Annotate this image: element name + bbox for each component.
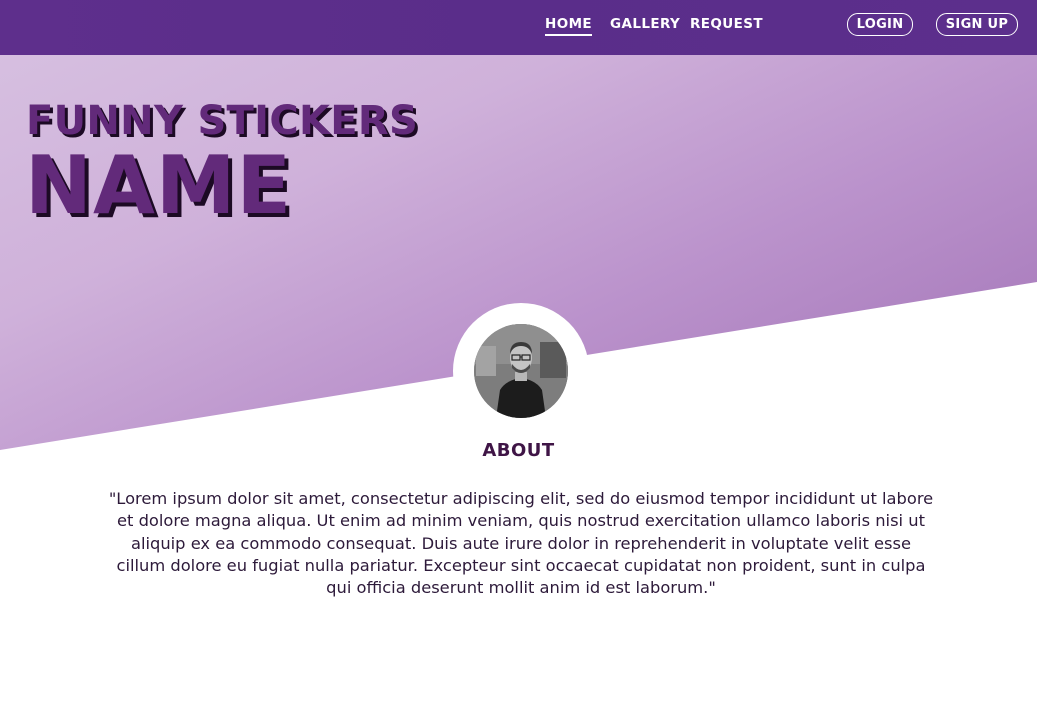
signup-button[interactable]: SIGN UP [936,13,1018,36]
nav-request-link[interactable]: REQUEST [690,16,763,32]
brand-tagline: FUNNY STICKERS [26,98,419,144]
nav-home-link[interactable]: HOME [545,16,593,36]
avatar [474,324,568,418]
navbar: HOME GALLERY REQUEST LOGIN SIGN UP [0,0,1037,55]
profile-photo [474,324,568,418]
login-button[interactable]: LOGIN [847,13,913,36]
nav-gallery-link[interactable]: GALLERY [610,16,680,32]
about-heading: ABOUT [482,440,555,461]
brand-name: NAME [25,139,293,232]
about-paragraph: "Lorem ipsum dolor sit amet, consectetur… [108,489,934,598]
